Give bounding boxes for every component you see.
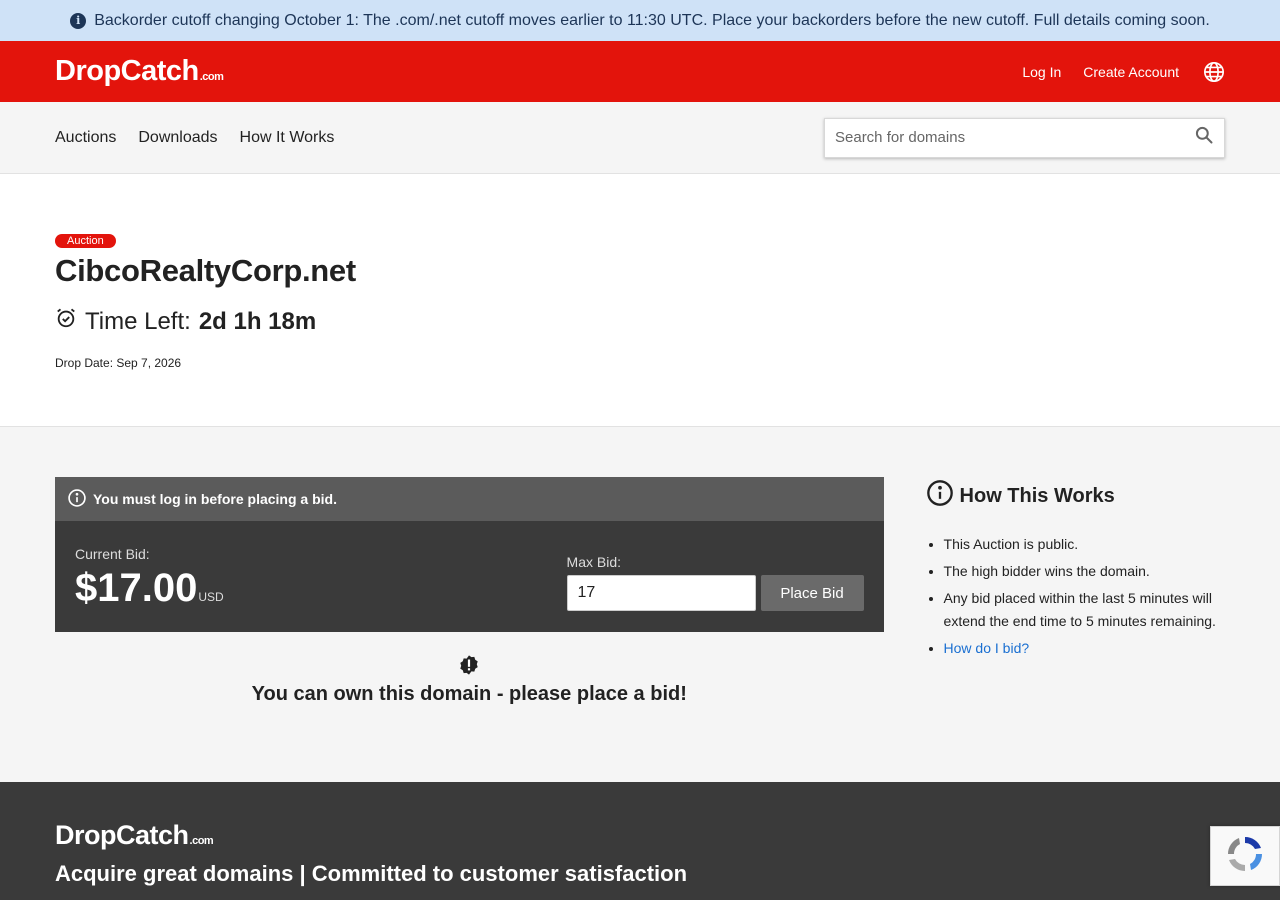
time-left-label: Time Left: — [85, 307, 191, 335]
top-bar: DropCatch .com Log In Create Account — [0, 41, 1280, 102]
recaptcha-icon — [1223, 832, 1267, 881]
max-bid: Max Bid: Place Bid — [566, 521, 864, 632]
time-left-value: 2d 1h 18m — [198, 307, 317, 335]
nav-auctions[interactable]: Auctions — [55, 129, 116, 147]
dropcatch-logo[interactable]: DropCatch .com — [55, 55, 224, 88]
search-box — [824, 117, 1225, 158]
current-bid-amount: $17.00 — [75, 566, 198, 610]
footer-logo-suffix: .com — [189, 835, 214, 847]
footer-logo[interactable]: DropCatch .com — [55, 820, 1225, 851]
search-icon[interactable] — [1194, 125, 1214, 150]
list-item: The high bidder wins the domain. — [944, 560, 1225, 583]
nav-bar: Auctions Downloads How It Works — [0, 102, 1280, 174]
logo-suffix: .com — [199, 71, 224, 83]
how-title: How This Works — [926, 479, 1225, 513]
auction-badge: Auction — [55, 234, 116, 248]
max-bid-label: Max Bid: — [566, 554, 621, 570]
listing-header: Auction CibcoRealtyCorp.net Time Left: 2… — [0, 174, 1280, 427]
currency-label: USD — [198, 590, 224, 604]
bid-cta: You can own this domain - please place a… — [55, 654, 884, 706]
list-item: This Auction is public. — [944, 533, 1225, 556]
bid-section: You must log in before placing a bid. Cu… — [0, 427, 1280, 782]
alert-badge-icon — [458, 654, 480, 676]
current-bid: Current Bid: $17.00 USD — [75, 521, 567, 632]
footer: DropCatch .com Acquire great domains | Co… — [0, 782, 1280, 900]
max-bid-input[interactable] — [566, 575, 756, 611]
globe-icon[interactable] — [1203, 61, 1225, 83]
how-title-text: How This Works — [959, 484, 1115, 507]
max-bid-controls: Place Bid — [566, 575, 864, 611]
login-notice: You must log in before placing a bid. — [55, 477, 884, 521]
how-list: This Auction is public. The high bidder … — [926, 533, 1225, 660]
list-item: Any bid placed within the last 5 minutes… — [944, 587, 1225, 633]
info-icon: i — [70, 12, 87, 29]
current-bid-label: Current Bid: — [75, 546, 150, 562]
login-notice-text: You must log in before placing a bid. — [93, 491, 337, 507]
drop-date: Drop Date: Sep 7, 2026 — [55, 356, 182, 370]
footer-tagline: Acquire great domains | Committed to cus… — [55, 861, 688, 886]
login-link[interactable]: Log In — [1022, 64, 1061, 80]
domain-name: CibcoRealtyCorp.net — [55, 253, 356, 288]
how-this-works: How This Works This Auction is public. T… — [926, 477, 1225, 782]
list-item: How do I bid? — [944, 637, 1225, 660]
footer-logo-text: DropCatch — [55, 820, 189, 850]
alarm-clock-icon — [55, 307, 77, 336]
how-do-i-bid-link[interactable]: How do I bid? — [944, 640, 1030, 656]
cta-text: You can own this domain - please place a… — [251, 683, 687, 705]
logo-text: DropCatch — [55, 55, 199, 87]
nav-downloads[interactable]: Downloads — [138, 129, 217, 147]
info-icon — [67, 488, 87, 511]
announcement-banner: i Backorder cutoff changing October 1: T… — [0, 0, 1280, 41]
info-icon — [926, 479, 954, 513]
banner-text: Backorder cutoff changing October 1: The… — [94, 11, 1210, 29]
bid-body: Current Bid: $17.00 USD Max Bid: Place B… — [55, 521, 884, 632]
time-left: Time Left: 2d 1h 18m — [55, 307, 1225, 336]
search-input[interactable] — [835, 129, 1194, 146]
bid-column: You must log in before placing a bid. Cu… — [55, 477, 884, 782]
recaptcha-badge[interactable] — [1210, 826, 1280, 886]
create-account-link[interactable]: Create Account — [1083, 64, 1179, 80]
current-bid-amount-row: $17.00 USD — [75, 566, 567, 611]
nav-how-it-works[interactable]: How It Works — [240, 129, 335, 147]
bid-panel: You must log in before placing a bid. Cu… — [55, 477, 884, 632]
place-bid-button[interactable]: Place Bid — [760, 575, 864, 611]
